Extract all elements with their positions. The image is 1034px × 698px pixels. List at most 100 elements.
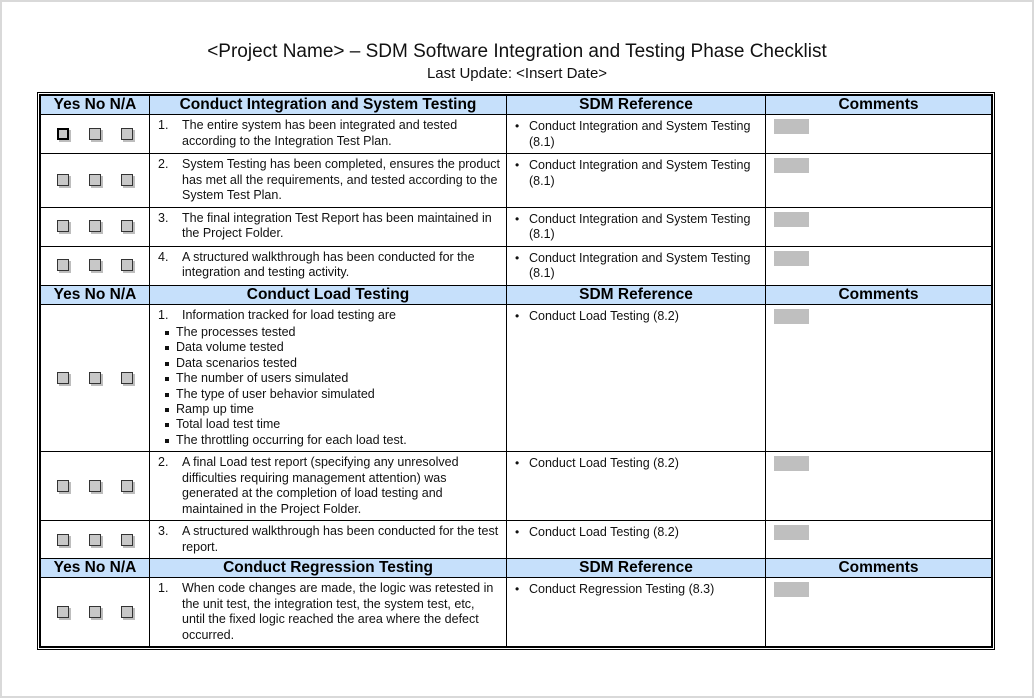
yes-no-na-header: Yes No N/A [40, 284, 150, 305]
no-checkbox[interactable] [89, 371, 101, 384]
no-checkbox[interactable] [89, 533, 101, 546]
reference-item: Conduct Load Testing (8.2) [515, 525, 759, 541]
na-checkbox[interactable] [121, 371, 133, 384]
sub-list-item: The number of users simulated [164, 371, 500, 386]
yes-checkbox[interactable] [57, 533, 69, 546]
comment-form-field[interactable] [774, 211, 809, 227]
numbered-item: 3. A structured walkthrough has been cond… [158, 524, 500, 555]
comments-header: Comments [765, 284, 992, 305]
checklist-row: 3. A structured walkthrough has been cond… [40, 520, 992, 560]
yes-checkbox[interactable] [57, 371, 69, 384]
sdm-reference-cell: Conduct Integration and System Testing (… [506, 153, 766, 208]
no-checkbox[interactable] [89, 174, 101, 187]
section-title: Conduct Load Testing [149, 284, 507, 305]
item-text: A final Load test report (specifying any… [182, 455, 459, 516]
na-checkbox[interactable] [121, 127, 133, 140]
sub-list-item: The processes tested [164, 325, 500, 340]
comment-form-field[interactable] [774, 308, 809, 324]
comment-form-field[interactable] [774, 119, 809, 134]
item-number: 2. [158, 455, 169, 470]
reference-item: Conduct Regression Testing (8.3) [515, 582, 759, 598]
comment-form-field[interactable] [774, 158, 809, 173]
section-header-row: Yes No N/A Conduct Integration and System… [40, 95, 992, 115]
comments-cell [765, 303, 992, 453]
no-checkbox[interactable] [89, 259, 101, 272]
bullet-icon [515, 525, 529, 541]
checkbox-group [40, 114, 150, 154]
item-number: 3. [158, 210, 169, 225]
yes-checkbox[interactable] [57, 259, 69, 272]
reference-item: Conduct Integration and System Testing (… [515, 251, 759, 282]
numbered-item: 1. The entire system has been integrated … [158, 118, 500, 149]
sdm-reference-header: SDM Reference [506, 95, 766, 115]
no-checkbox[interactable] [89, 127, 101, 140]
sdm-reference-header: SDM Reference [506, 284, 766, 305]
reference-item: Conduct Load Testing (8.2) [515, 309, 759, 325]
checkbox-group [40, 206, 150, 247]
no-checkbox[interactable] [89, 606, 101, 619]
item-description-cell: 2. A final Load test report (specifying a… [149, 451, 507, 522]
checklist-row: 3. The final integration Test Report has … [40, 206, 992, 247]
sub-list-item: Data scenarios tested [164, 356, 500, 371]
numbered-item: 3. The final integration Test Report has … [158, 211, 500, 242]
bullet-icon [515, 251, 529, 282]
no-checkbox[interactable] [89, 480, 101, 493]
checkbox-group [40, 577, 150, 648]
comments-cell [765, 451, 992, 522]
document-title: <Project Name> – SDM Software Integratio… [207, 41, 827, 62]
reference-item: Conduct Load Testing (8.2) [515, 456, 759, 472]
reference-item: Conduct Integration and System Testing (… [515, 212, 759, 243]
section-header-row: Yes No N/A Conduct Regression Testing SDM … [40, 558, 992, 579]
checkbox-group [40, 451, 150, 522]
yes-checkbox[interactable] [57, 127, 69, 140]
item-number: 4. [158, 249, 169, 264]
na-checkbox[interactable] [121, 480, 133, 493]
bullet-icon [515, 158, 529, 189]
na-checkbox[interactable] [121, 259, 133, 272]
item-number: 1. [158, 581, 169, 596]
sdm-reference-cell: Conduct Integration and System Testing (… [506, 114, 766, 154]
numbered-item: 4. A structured walkthrough has been cond… [158, 250, 500, 281]
sdm-reference-cell: Conduct Load Testing (8.2) [506, 303, 766, 453]
item-text: A structured walkthrough has been conduc… [182, 524, 499, 554]
comment-form-field[interactable] [774, 525, 809, 541]
sub-list-item: The throttling occurring for each load t… [164, 433, 500, 448]
reference-item: Conduct Integration and System Testing (… [515, 158, 759, 189]
yes-checkbox[interactable] [57, 480, 69, 493]
comment-form-field[interactable] [774, 582, 809, 598]
comments-cell [765, 206, 992, 247]
sdm-reference-cell: Conduct Integration and System Testing (… [506, 206, 766, 247]
comment-form-field[interactable] [774, 250, 809, 266]
item-description-cell: 1. Information tracked for load testing a… [149, 303, 507, 453]
na-checkbox[interactable] [121, 174, 133, 187]
reference-text: Conduct Integration and System Testing (… [529, 211, 751, 242]
na-checkbox[interactable] [121, 533, 133, 546]
item-description-cell: 1. When code changes are made, the logic … [149, 577, 507, 648]
reference-text: Conduct Integration and System Testing (… [529, 250, 751, 281]
reference-item: Conduct Integration and System Testing (… [515, 119, 759, 150]
section-title: Conduct Integration and System Testing [149, 95, 507, 115]
checklist-row: 2. System Testing has been completed, ens… [40, 153, 992, 208]
na-checkbox[interactable] [121, 606, 133, 619]
sub-list: The processes tested Data volume tested Da… [164, 325, 500, 448]
checkbox-group [40, 303, 150, 453]
section-header-row: Yes No N/A Conduct Load Testing SDM Refere… [40, 284, 992, 305]
yes-checkbox[interactable] [57, 606, 69, 619]
sdm-reference-cell: Conduct Integration and System Testing (… [506, 245, 766, 286]
no-checkbox[interactable] [89, 220, 101, 233]
yes-checkbox[interactable] [57, 174, 69, 187]
sdm-reference-cell: Conduct Load Testing (8.2) [506, 451, 766, 522]
yes-checkbox[interactable] [57, 220, 69, 233]
numbered-item: 1. When code changes are made, the logic … [158, 581, 500, 643]
item-description-cell: 2. System Testing has been completed, ens… [149, 153, 507, 208]
na-checkbox[interactable] [121, 220, 133, 233]
bullet-icon [515, 309, 529, 325]
item-number: 1. [158, 118, 169, 132]
comments-header: Comments [765, 95, 992, 115]
reference-text: Conduct Integration and System Testing (… [529, 158, 751, 188]
sdm-reference-cell: Conduct Load Testing (8.2) [506, 520, 766, 560]
comment-form-field[interactable] [774, 456, 809, 472]
item-description-cell: 3. A structured walkthrough has been cond… [149, 520, 507, 560]
reference-text: Conduct Load Testing (8.2) [529, 308, 679, 323]
numbered-item: 2. System Testing has been completed, ens… [158, 157, 500, 204]
